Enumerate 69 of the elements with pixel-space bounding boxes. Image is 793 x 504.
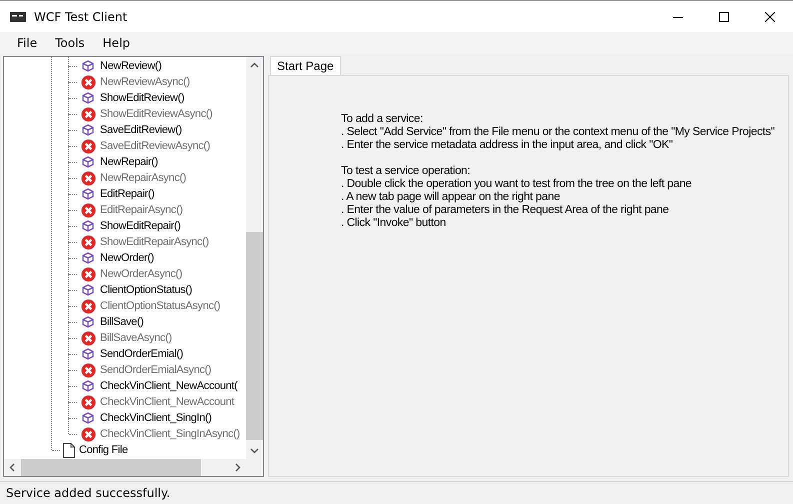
- operation-item[interactable]: EditRepair(): [100, 188, 154, 200]
- instruction-line: . Select "Add Service" from the File menu or the context menu of the "My Service Projects": [341, 126, 776, 139]
- document-icon: [63, 442, 75, 458]
- operation-item[interactable]: NewReviewAsync(): [100, 76, 190, 88]
- operation-item[interactable]: SendOrderEmialAsync(): [100, 364, 212, 376]
- cube-icon: [82, 124, 94, 136]
- cube-icon: [82, 380, 94, 392]
- operation-item[interactable]: BillSaveAsync(): [100, 332, 172, 344]
- cube-icon: [82, 156, 94, 168]
- operation-item[interactable]: ShowEditRepairAsync(): [100, 236, 209, 248]
- operation-item[interactable]: CheckVinClient_NewAccount(: [100, 380, 238, 392]
- error-icon: [80, 426, 96, 442]
- horizontal-scrollbar[interactable]: [4, 459, 246, 476]
- cube-icon: [82, 348, 94, 360]
- cube-icon: [82, 220, 94, 232]
- error-icon: [80, 362, 96, 378]
- cube-icon: [82, 60, 94, 72]
- section-heading: To test a service operation:: [341, 165, 472, 178]
- menu-item[interactable]: Help: [94, 36, 140, 50]
- instruction-line: . Double click the operation you want to test from the tree on the left pane: [341, 178, 693, 191]
- cube-icon: [82, 188, 94, 200]
- tab[interactable]: Start Page: [270, 56, 341, 75]
- cube-icon: [82, 316, 94, 328]
- operation-item[interactable]: ClientOptionStatus(): [100, 284, 192, 296]
- operation-item[interactable]: CheckVinClient_SingInAsync(): [100, 428, 240, 440]
- error-icon: [80, 138, 96, 154]
- operation-item[interactable]: SaveEditReviewAsync(): [100, 140, 210, 152]
- menu-item[interactable]: Tools: [46, 36, 94, 50]
- operation-item[interactable]: NewReview(): [100, 60, 162, 72]
- menu-item[interactable]: File: [8, 36, 46, 50]
- error-icon: [80, 298, 96, 314]
- operation-item[interactable]: SendOrderEmial(): [100, 348, 184, 360]
- error-icon: [80, 202, 96, 218]
- vertical-scrollbar[interactable]: [246, 57, 263, 459]
- section-heading: To add a service:: [341, 113, 424, 126]
- config-file-item[interactable]: Config File: [79, 444, 128, 456]
- instruction-line: . A new tab page will appear on the right pane: [341, 191, 561, 204]
- app-icon: [10, 12, 26, 22]
- operation-item[interactable]: NewRepairAsync(): [100, 172, 186, 184]
- status-text: Service added successfully.: [6, 486, 170, 500]
- cube-icon: [82, 284, 94, 296]
- cube-icon: [82, 412, 94, 424]
- error-icon: [80, 170, 96, 186]
- operation-item[interactable]: ClientOptionStatusAsync(): [100, 300, 220, 312]
- operation-item[interactable]: ShowEditReview(): [100, 92, 184, 104]
- operation-item[interactable]: CheckVinClient_SingIn(): [100, 412, 212, 424]
- instruction-line: . Enter the value of parameters in the Request Area of the right pane: [341, 204, 670, 217]
- operation-item[interactable]: ShowEditRepair(): [100, 220, 181, 232]
- operation-item[interactable]: BillSave(): [100, 316, 144, 328]
- error-icon: [80, 234, 96, 250]
- instruction-line: . Click "Invoke" button: [341, 217, 447, 230]
- maximize-icon: [719, 12, 729, 22]
- close-icon: [765, 12, 775, 22]
- operation-item[interactable]: EditRepairAsync(): [100, 204, 183, 216]
- cube-icon: [82, 252, 94, 264]
- cube-icon: [82, 92, 94, 104]
- error-icon: [80, 74, 96, 90]
- window-title: WCF Test Client: [34, 10, 128, 24]
- operation-item[interactable]: SaveEditReview(): [100, 124, 182, 136]
- operation-item[interactable]: CheckVinClient_NewAccount: [100, 396, 234, 408]
- operation-item[interactable]: ShowEditReviewAsync(): [100, 108, 212, 120]
- operation-item[interactable]: NewOrder(): [100, 252, 154, 264]
- error-icon: [80, 106, 96, 122]
- operation-item[interactable]: NewRepair(): [100, 156, 158, 168]
- error-icon: [80, 394, 96, 410]
- error-icon: [80, 330, 96, 346]
- error-icon: [80, 266, 96, 282]
- instruction-line: . Enter the service metadata address in the input area, and click "OK": [341, 139, 674, 152]
- operation-item[interactable]: NewOrderAsync(): [100, 268, 182, 280]
